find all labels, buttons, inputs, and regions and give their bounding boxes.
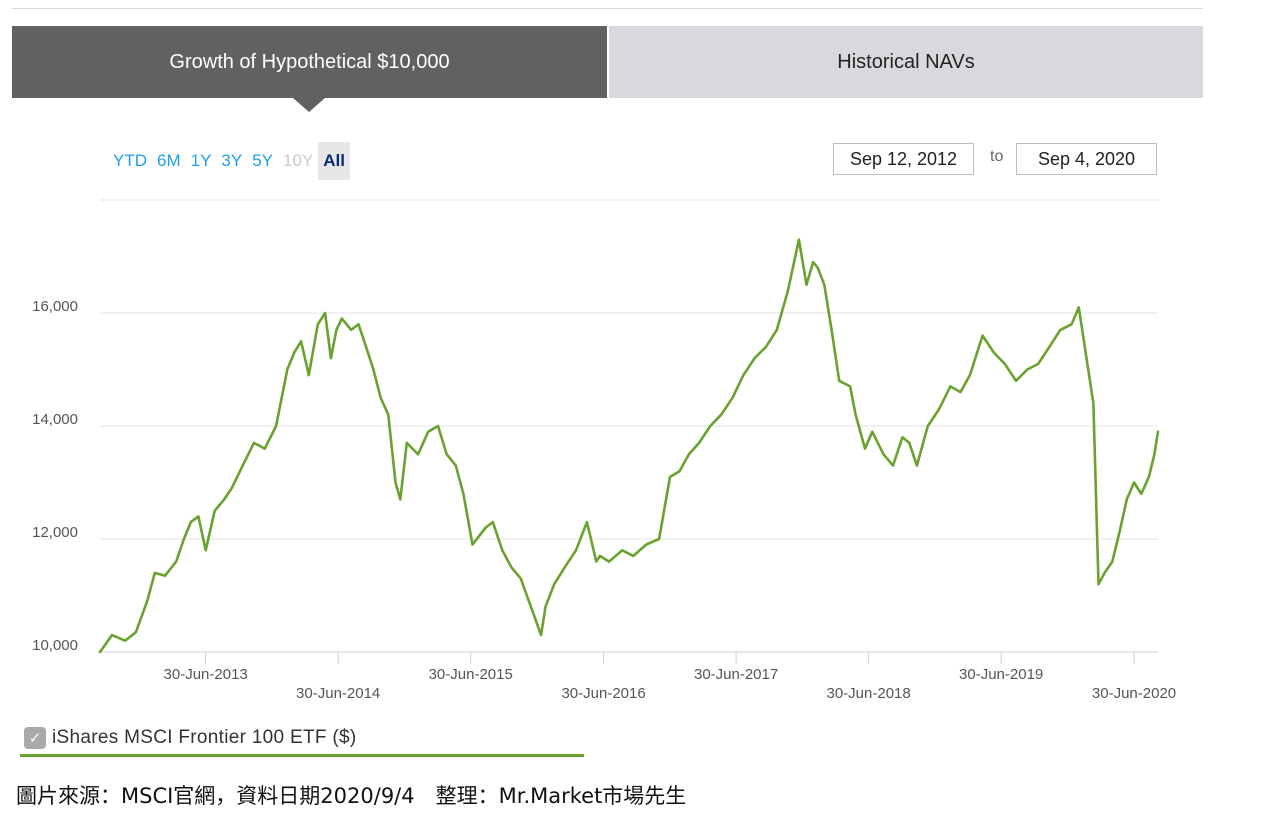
- growth-line-chart: 10,000 12,000 14,000 16,000 30-Jun-2013 30-Ju…: [32, 199, 1176, 702]
- range-1y-button[interactable]: 1Y: [186, 142, 217, 180]
- range-selector: YTD 6M 1Y 3Y 5Y 10Y All: [108, 142, 350, 180]
- check-icon: ✓: [28, 730, 42, 747]
- date-from-input[interactable]: Sep 12, 2012: [833, 143, 974, 175]
- x-tick-label: 30-Jun-2019: [959, 666, 1043, 683]
- legend-checkbox[interactable]: ✓: [24, 727, 46, 749]
- y-tick-label: 10,000: [32, 637, 78, 654]
- date-range-separator: to: [990, 148, 1004, 165]
- range-ytd-button[interactable]: YTD: [108, 142, 152, 180]
- range-all-button[interactable]: All: [318, 142, 350, 180]
- range-5y-button[interactable]: 5Y: [247, 142, 278, 180]
- tab-historical-navs[interactable]: Historical NAVs: [609, 26, 1203, 98]
- top-divider: [12, 8, 1203, 9]
- tab-growth-of-10000[interactable]: Growth of Hypothetical $10,000: [12, 26, 607, 112]
- legend-series-label: iShares MSCI Frontier 100 ETF ($): [52, 727, 357, 748]
- chart-tabs: Growth of Hypothetical $10,000 Historica…: [12, 26, 1203, 112]
- range-3y-button[interactable]: 3Y: [216, 142, 247, 180]
- source-caption: 圖片來源：MSCI官網，資料日期2020/9/4 整理：Mr.Market市場先…: [16, 784, 687, 808]
- x-tick-label: 30-Jun-2015: [429, 666, 513, 683]
- range-6m-button[interactable]: 6M: [152, 142, 186, 180]
- x-tick-label: 30-Jun-2013: [164, 666, 248, 683]
- date-to-input[interactable]: Sep 4, 2020: [1016, 143, 1157, 175]
- chart-legend: ✓ iShares MSCI Frontier 100 ETF ($): [20, 722, 584, 757]
- y-tick-label: 12,000: [32, 524, 78, 541]
- x-tick-label: 30-Jun-2017: [694, 666, 778, 683]
- y-tick-label: 16,000: [32, 298, 78, 315]
- series-line: [98, 238, 1160, 654]
- x-tick-label: 30-Jun-2014: [296, 685, 380, 702]
- range-10y-button: 10Y: [283, 151, 314, 170]
- y-tick-label: 14,000: [32, 411, 78, 428]
- x-tick-label: 30-Jun-2018: [827, 685, 911, 702]
- x-tick-label: 30-Jun-2016: [561, 685, 645, 702]
- x-tick-label: 30-Jun-2020: [1092, 685, 1176, 702]
